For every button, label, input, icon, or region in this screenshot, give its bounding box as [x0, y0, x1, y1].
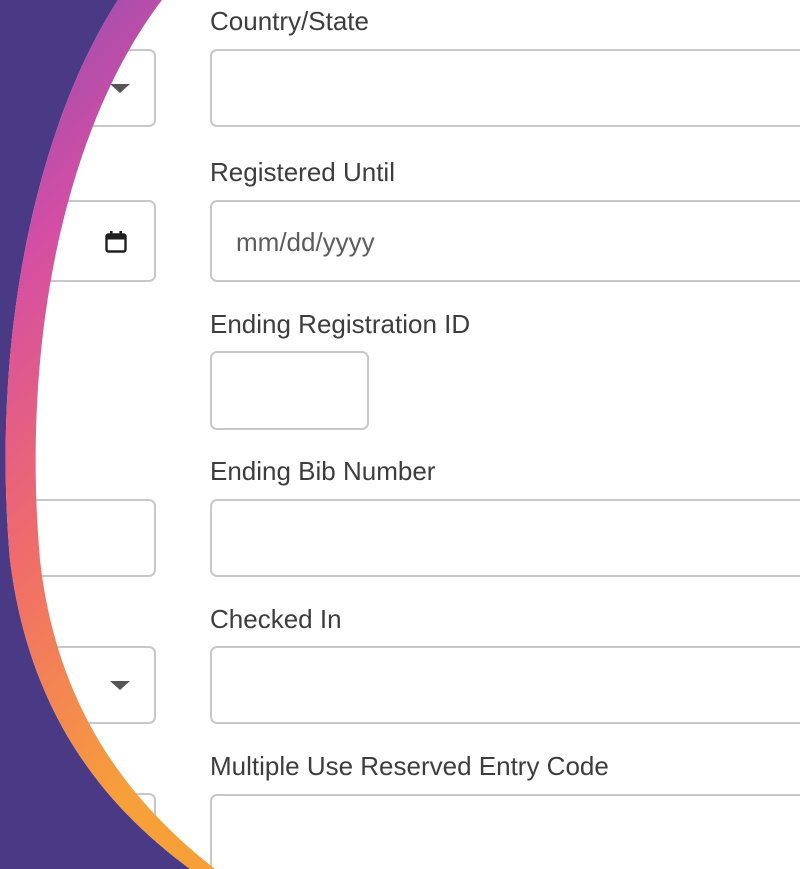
left-text-input[interactable] [0, 499, 156, 577]
country-state-label: Country/State [210, 6, 369, 36]
registered-until-date-input[interactable]: mm/dd/yyyy [210, 200, 800, 282]
date-placeholder: mm/dd/yyyy [236, 227, 375, 257]
multiple-use-reserved-entry-code-label: Multiple Use Reserved Entry Code [210, 751, 609, 781]
chevron-down-icon [110, 681, 130, 690]
registered-until-label: Registered Until [210, 157, 395, 187]
checked-in-select[interactable] [210, 646, 800, 724]
checked-in-label: Checked In [210, 604, 342, 634]
chevron-down-icon [110, 84, 130, 93]
country-state-input[interactable] [210, 49, 800, 127]
left-select-1[interactable] [40, 49, 156, 127]
calendar-icon[interactable] [105, 231, 127, 253]
ending-registration-id-input[interactable] [210, 351, 369, 430]
left-input-partial[interactable] [0, 793, 156, 869]
left-date-input[interactable] [40, 200, 156, 282]
ending-registration-id-label: Ending Registration ID [210, 309, 471, 339]
multiple-use-reserved-entry-code-input[interactable] [210, 794, 800, 869]
ending-bib-number-label: Ending Bib Number [210, 456, 436, 486]
left-column [0, 0, 160, 869]
left-select-2[interactable] [0, 646, 156, 724]
ending-bib-number-input[interactable] [210, 499, 800, 577]
